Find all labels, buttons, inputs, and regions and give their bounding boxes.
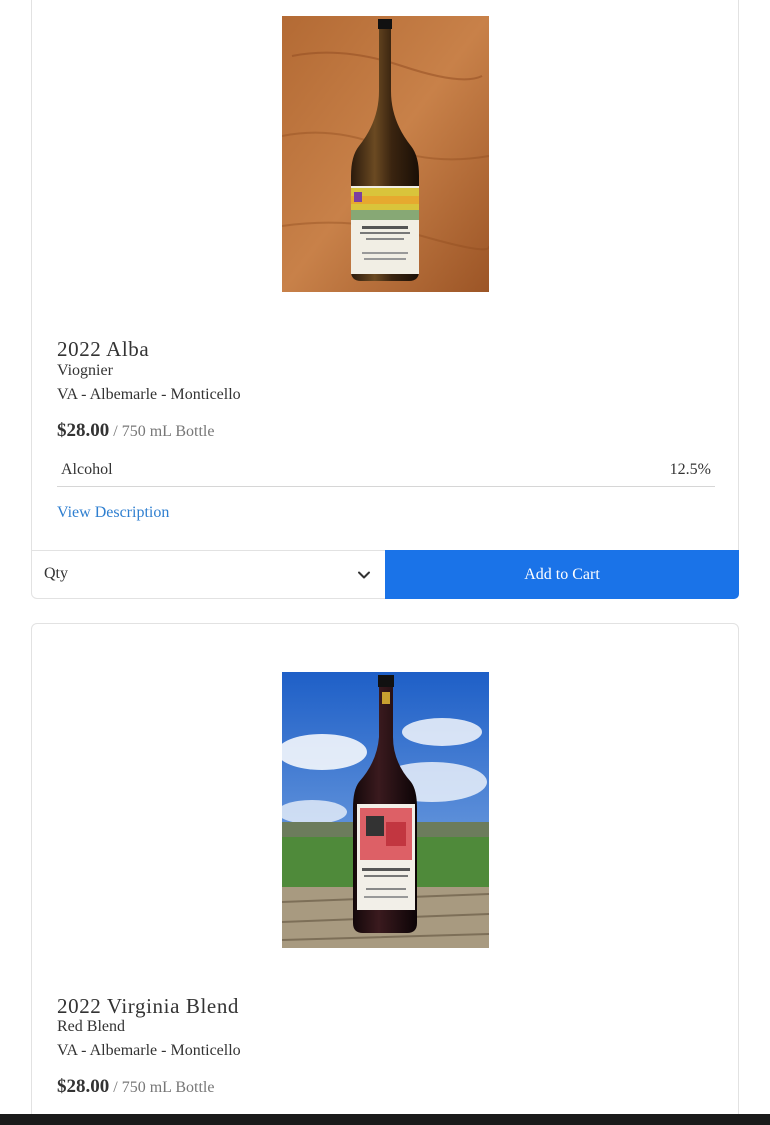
price-row: $28.00 / 750 mL Bottle <box>57 420 214 442</box>
product-title[interactable]: 2022 Alba <box>57 337 149 362</box>
product-varietal: Viognier <box>57 362 113 379</box>
attribute-row-alcohol: Alcohol 12.5% <box>57 458 715 487</box>
card-footer: Qty Add to Cart <box>31 550 739 600</box>
bottom-bar <box>0 1114 770 1125</box>
product-varietal: Red Blend <box>57 1018 125 1035</box>
wine-bottle-photo-icon <box>282 672 489 948</box>
product-region: VA - Albemarle - Monticello <box>57 386 241 403</box>
view-description-link[interactable]: View Description <box>57 504 169 522</box>
product-region: VA - Albemarle - Monticello <box>57 1042 241 1059</box>
product-unit: / 750 mL Bottle <box>113 1079 215 1096</box>
product-card: 2022 Virginia Blend Red Blend VA - Albem… <box>31 623 739 1125</box>
product-image[interactable] <box>282 672 489 948</box>
product-price: $28.00 <box>57 1076 110 1097</box>
product-card: 2022 Alba Viognier VA - Albemarle - Mont… <box>31 0 739 599</box>
price-row: $28.00 / 750 mL Bottle <box>57 1076 214 1098</box>
chevron-down-icon <box>358 571 370 579</box>
attribute-label: Alcohol <box>61 461 113 478</box>
wine-bottle-photo-icon <box>282 16 489 292</box>
product-price: $28.00 <box>57 420 110 441</box>
quantity-select[interactable]: Qty <box>31 551 385 600</box>
product-image[interactable] <box>282 16 489 292</box>
attribute-value: 12.5% <box>669 461 711 478</box>
add-to-cart-button[interactable]: Add to Cart <box>385 550 739 599</box>
quantity-label: Qty <box>44 565 68 582</box>
product-title[interactable]: 2022 Virginia Blend <box>57 994 239 1019</box>
product-unit: / 750 mL Bottle <box>113 423 215 440</box>
